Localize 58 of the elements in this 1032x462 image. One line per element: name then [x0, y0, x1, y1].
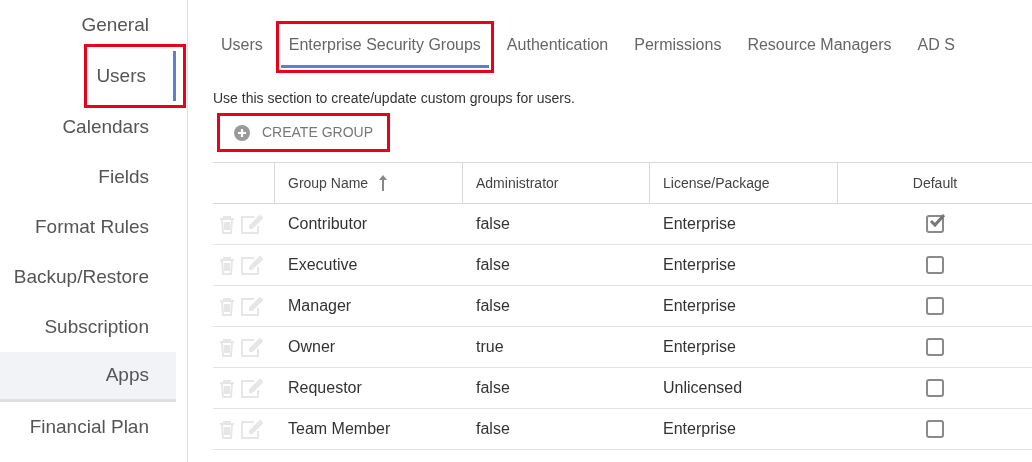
table-cell-text: Enterprise — [662, 419, 737, 439]
sidebar-item[interactable]: Format Rules — [0, 202, 176, 252]
sidebar-item[interactable]: Apps — [0, 352, 176, 402]
edit-icon[interactable] — [240, 296, 263, 316]
table-cell-text: Manager — [287, 296, 353, 316]
tab[interactable]: Enterprise Security Groups — [280, 33, 489, 68]
trash-icon[interactable] — [219, 378, 235, 398]
table-cell-text: true — [475, 337, 505, 357]
table-cell-text: false — [475, 214, 511, 234]
table-cell-text: Executive — [287, 255, 359, 275]
tab[interactable]: Authentication — [498, 33, 617, 68]
default-checkbox[interactable] — [926, 420, 944, 438]
table-cell-text: Enterprise — [662, 255, 737, 275]
table-cell-text: false — [475, 378, 511, 398]
sidebar-item[interactable]: Backup/Restore — [0, 252, 176, 302]
default-checkbox[interactable] — [926, 297, 944, 315]
column-header[interactable]: Default — [838, 163, 1032, 203]
table-cell-text: Enterprise — [662, 296, 737, 316]
tab[interactable]: AD S — [909, 33, 963, 68]
edit-icon[interactable] — [240, 214, 263, 234]
table-cell-text: Owner — [287, 337, 337, 357]
edit-icon[interactable] — [240, 419, 263, 439]
table-cell-text: Contributor — [287, 214, 369, 234]
trash-icon[interactable] — [219, 296, 235, 316]
table-cell-text: Team Member — [287, 419, 392, 439]
sidebar-item[interactable]: Calendars — [0, 102, 176, 152]
edit-icon[interactable] — [240, 255, 263, 275]
sidebar-item[interactable]: Financial Plan — [0, 402, 176, 452]
default-checkbox[interactable] — [926, 215, 944, 233]
table-cell-text: Enterprise — [662, 214, 737, 234]
tab[interactable]: Users — [213, 33, 271, 68]
table-cell-text: Requestor — [287, 378, 363, 398]
table-cell-text: false — [475, 296, 511, 316]
description: Use this section to create/update custom groups for users. — [213, 89, 576, 108]
table-cell-text: false — [475, 419, 511, 439]
trash-icon[interactable] — [219, 419, 235, 439]
sidebar-item[interactable]: Subscription — [0, 302, 176, 352]
trash-icon[interactable] — [219, 337, 235, 357]
sidebar-item[interactable]: Fields — [0, 152, 176, 202]
edit-icon[interactable] — [240, 337, 263, 357]
default-checkbox[interactable] — [926, 256, 944, 274]
trash-icon[interactable] — [219, 255, 235, 275]
default-checkbox[interactable] — [926, 379, 944, 397]
table-cell-text: false — [475, 255, 511, 275]
plus-icon — [234, 124, 250, 141]
column-header[interactable]: License/Package — [650, 163, 838, 203]
sidebar-item[interactable]: Users — [0, 51, 176, 101]
edit-icon[interactable] — [240, 378, 263, 398]
tab[interactable]: Resource Managers — [739, 33, 900, 68]
tab[interactable]: Permissions — [626, 33, 730, 68]
create-group-button[interactable]: CREATE GROUP — [217, 113, 390, 152]
table-cell-text: Enterprise — [662, 337, 737, 357]
table-cell-text: Unlicensed — [662, 378, 744, 398]
default-checkbox[interactable] — [926, 338, 944, 356]
sidebar-item[interactable]: General — [0, 0, 176, 50]
column-header[interactable]: Group Name — [275, 163, 463, 203]
column-header[interactable]: Administrator — [463, 163, 650, 203]
trash-icon[interactable] — [219, 214, 235, 234]
